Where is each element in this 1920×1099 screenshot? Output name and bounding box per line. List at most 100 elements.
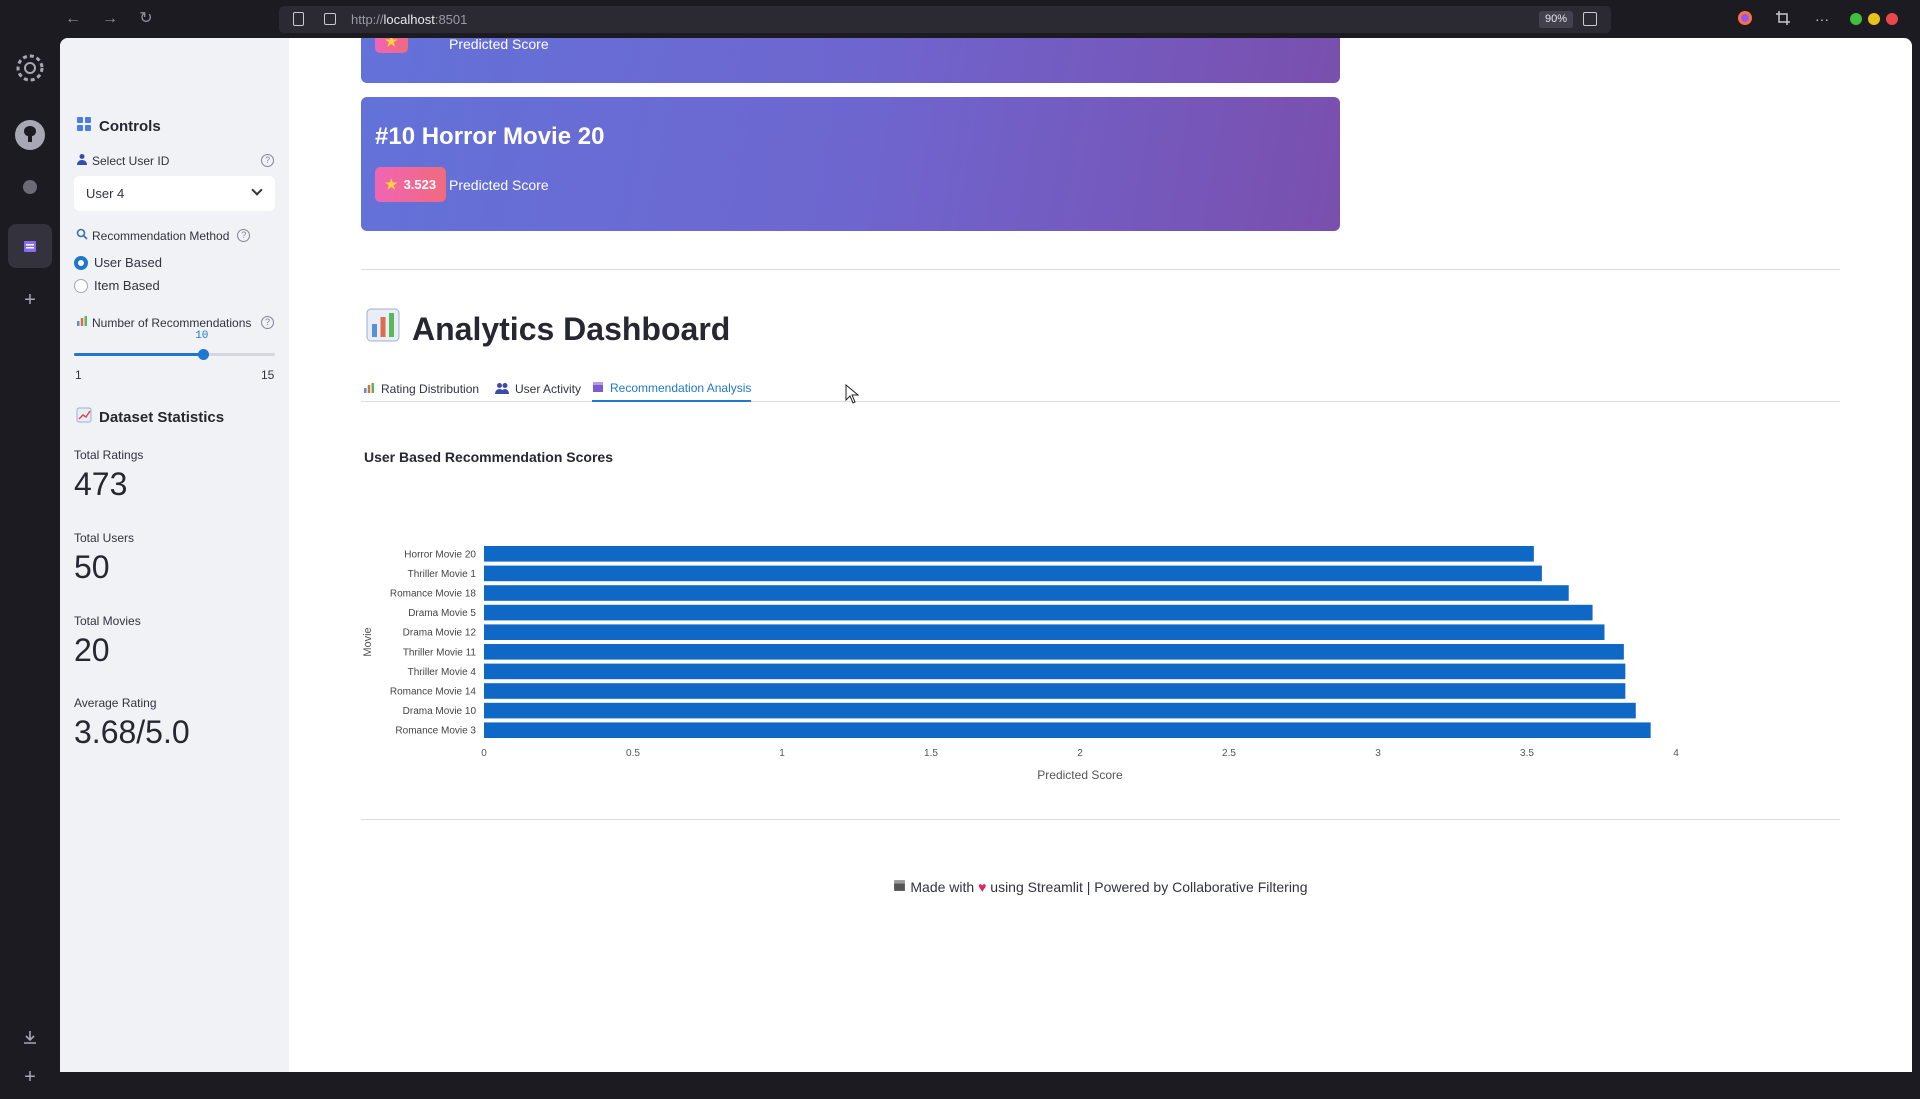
chart-svg: Horror Movie 20 Thriller Movie 1 Romance M…: [362, 546, 1679, 782]
clapper-icon: [893, 879, 910, 895]
reader-view-icon[interactable]: [1583, 12, 1597, 26]
screenshot-icon[interactable]: [1775, 10, 1791, 30]
chart-bar: [484, 683, 1626, 699]
url-bar[interactable]: http://localhost:8501 90%: [279, 6, 1611, 33]
users-icon: [495, 382, 509, 397]
user-icon: [76, 153, 88, 168]
bar-chart-icon: [366, 308, 400, 350]
chart-bar: [484, 565, 1542, 582]
chart-tick-label: 2.5: [1222, 748, 1236, 759]
help-icon[interactable]: ?: [261, 316, 274, 329]
firefox-account-icon[interactable]: [1737, 10, 1753, 30]
window-minimize-button[interactable]: [1850, 13, 1862, 25]
star-icon: ★: [385, 38, 398, 49]
dataset-header: Dataset Statistics: [76, 407, 224, 427]
tab-rating-distribution[interactable]: Rating Distribution: [363, 376, 479, 402]
dataset-title: Dataset Statistics: [99, 408, 225, 426]
chart-tick-label: 0: [481, 748, 487, 759]
extension-icon[interactable]: [8, 165, 52, 209]
score-chip: ★ 3.523: [375, 167, 447, 202]
chart-category-label: Drama Movie 5: [408, 608, 476, 619]
recommendation-card: ★ Predicted Score: [361, 38, 1340, 83]
metric-value: 20: [74, 632, 110, 668]
radio-item-based[interactable]: Item Based: [74, 278, 160, 293]
chart-title: User Based Recommendation Scores: [364, 449, 613, 465]
radio-selected[interactable]: [74, 255, 88, 270]
metric-value: 473: [74, 466, 128, 502]
bar-chart-icon: [363, 382, 375, 397]
reload-icon[interactable]: ↻: [136, 9, 156, 29]
footer-text: using Streamlit | Powered by Collaborati…: [990, 879, 1308, 895]
chart-bar: [484, 585, 1569, 601]
recommendation-chart: Horror Movie 20 Thriller Movie 1 Romance M…: [361, 468, 1840, 798]
radio-user-based[interactable]: User Based: [74, 255, 162, 270]
forward-icon[interactable]: →: [100, 9, 120, 29]
help-icon[interactable]: ?: [261, 154, 274, 167]
chart-tick-label: 0.5: [626, 748, 640, 759]
num-recs-slider[interactable]: [74, 349, 275, 360]
chart-tick-label: 1: [779, 748, 785, 759]
chart-category-label: Drama Movie 12: [403, 628, 477, 639]
streamlit-app-icon[interactable]: [8, 224, 52, 268]
metric-label: Total Ratings: [74, 448, 144, 462]
chevron-down-icon: [251, 184, 263, 196]
tab-recommendation-analysis[interactable]: Recommendation Analysis: [592, 376, 752, 402]
page-icon: [293, 12, 304, 26]
clapper-icon: [592, 381, 604, 396]
score-label: Predicted Score: [449, 177, 549, 193]
chart-category-label: Thriller Movie 1: [408, 569, 477, 580]
metric-label: Average Rating: [74, 696, 157, 710]
controls-title: Controls: [99, 117, 161, 135]
chart-category-label: Romance Movie 18: [390, 589, 477, 600]
chart-category-label: Drama Movie 10: [403, 706, 477, 717]
chart-bar: [484, 624, 1605, 640]
site-info-icon[interactable]: [324, 13, 336, 25]
bar-chart-icon: [76, 315, 88, 330]
chart-y-axis-label: Movie: [362, 627, 374, 656]
settings-gear-icon[interactable]: [8, 46, 52, 90]
chart-bar: [484, 702, 1636, 719]
score-label: Predicted Score: [449, 38, 549, 52]
mouse-cursor-icon: [845, 383, 860, 409]
menu-dots-icon[interactable]: ···: [1815, 10, 1829, 28]
card-title: #10 Horror Movie 20: [375, 123, 605, 150]
analytics-tabs: Rating Distribution User Activity Recomm…: [361, 372, 1840, 402]
chart-bar: [484, 663, 1626, 680]
streamlit-sidebar: Controls Select User ID ? User 4 Recomme…: [60, 38, 289, 1072]
back-icon[interactable]: ←: [63, 9, 83, 29]
score-chip: ★: [375, 38, 408, 53]
browser-toolbar: ← → ↻ http://localhost:8501 90% ···: [0, 0, 1920, 38]
divider: [361, 269, 1840, 270]
chart-trend-icon: [76, 407, 92, 427]
heart-icon: ♥: [978, 879, 987, 895]
chart-bar: [484, 722, 1651, 738]
add-panel-icon[interactable]: +: [8, 278, 52, 322]
help-icon[interactable]: ?: [237, 229, 251, 242]
chart-bar: [484, 604, 1593, 621]
selected-user-value: User 4: [86, 186, 125, 201]
controls-icon: [76, 116, 92, 136]
chart-category-label: Horror Movie 20: [404, 549, 476, 560]
zoom-badge[interactable]: 90%: [1538, 11, 1573, 28]
chart-bar: [484, 644, 1624, 660]
page-viewport: Controls Select User ID ? User 4 Recomme…: [60, 38, 1912, 1072]
download-icon[interactable]: [8, 1015, 52, 1059]
tab-user-activity[interactable]: User Activity: [495, 376, 581, 402]
radio-unselected[interactable]: [74, 278, 88, 293]
chart-tick-label: 2: [1077, 748, 1083, 759]
chart-category-label: Thriller Movie 4: [408, 667, 477, 678]
window-maximize-button[interactable]: [1868, 13, 1880, 25]
star-icon: ★: [385, 176, 398, 192]
url-text[interactable]: http://localhost:8501: [351, 12, 467, 27]
github-icon[interactable]: [8, 113, 52, 157]
slider-min: 1: [75, 368, 82, 382]
metric-label: Total Movies: [74, 614, 141, 628]
add-icon[interactable]: +: [8, 1055, 52, 1099]
user-select[interactable]: User 4: [74, 176, 275, 211]
sidebar-rail: + +: [0, 38, 60, 1088]
slider-thumb[interactable]: [198, 349, 210, 360]
section-title: Analytics Dashboard: [366, 308, 730, 350]
slider-fill: [74, 353, 204, 356]
metric-value: 50: [74, 549, 110, 585]
window-close-button[interactable]: [1886, 13, 1898, 25]
